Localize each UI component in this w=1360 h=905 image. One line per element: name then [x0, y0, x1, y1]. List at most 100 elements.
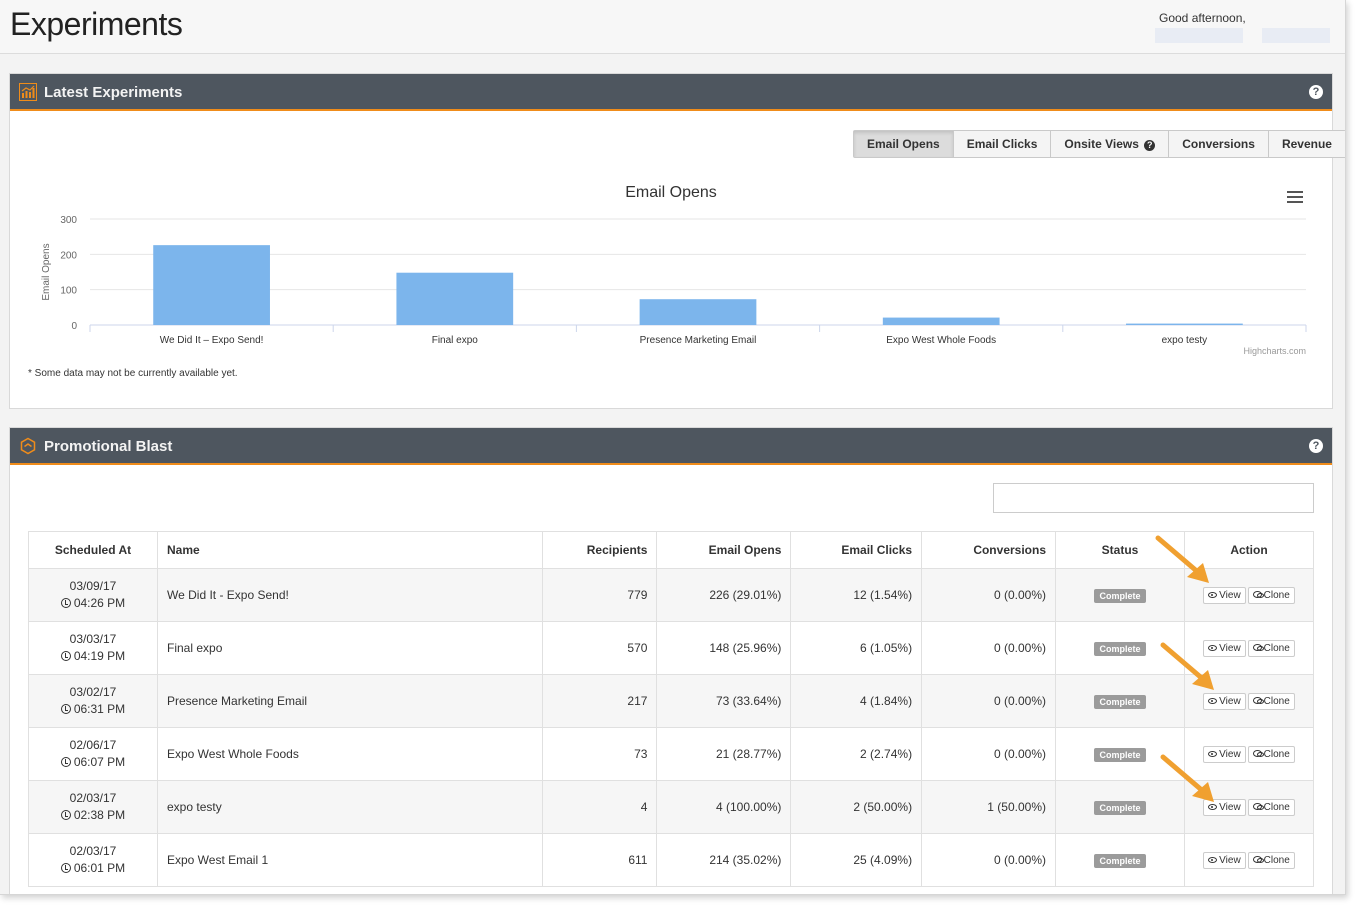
name-cell: Presence Marketing Email: [157, 674, 543, 728]
col-email-clicks[interactable]: Email Clicks: [790, 531, 923, 569]
clone-icon: [1252, 590, 1264, 598]
search-input[interactable]: [993, 483, 1314, 513]
col-conversions[interactable]: Conversions: [921, 531, 1056, 569]
promotional-blast-title: Promotional Blast: [44, 438, 173, 455]
data-availability-note: * Some data may not be currently availab…: [28, 368, 238, 379]
scheduled-time: 06:31 PM: [73, 702, 126, 716]
scheduled-cell: 02/06/17 06:07 PM: [28, 727, 158, 781]
view-label: View: [1219, 589, 1241, 601]
scheduled-time-line: 02:38 PM: [29, 807, 157, 824]
recipients-cell: 779: [541, 568, 658, 622]
opens-cell: 214 (35.02%): [656, 833, 792, 887]
opens-cell: 21 (28.77%): [656, 727, 792, 781]
clone-button[interactable]: Clone: [1247, 745, 1295, 763]
x-tick-label: Final expo: [432, 335, 479, 346]
clicks-cell: 25 (4.09%): [790, 833, 923, 887]
scheduled-cell: 02/03/17 06:01 PM: [28, 833, 158, 887]
name-cell: Expo West Whole Foods: [157, 727, 543, 781]
scheduled-cell: 03/02/17 06:31 PM: [28, 674, 158, 728]
clock-icon: [60, 757, 71, 767]
annotation-arrow: [1155, 535, 1209, 583]
clone-icon: [1252, 855, 1264, 863]
clone-button[interactable]: Clone: [1247, 798, 1295, 816]
view-button[interactable]: View: [1203, 586, 1246, 604]
scheduled-time-line: 06:07 PM: [29, 754, 157, 771]
opens-cell: 73 (33.64%): [656, 674, 792, 728]
scheduled-time: 02:38 PM: [73, 808, 126, 822]
annotation-arrow: [1160, 754, 1214, 802]
view-label: View: [1219, 748, 1241, 760]
clock-icon: [60, 704, 71, 714]
eye-icon: [1208, 803, 1218, 810]
bar: [882, 317, 1000, 325]
recipients-cell: 73: [541, 727, 658, 781]
clone-label: Clone: [1263, 801, 1290, 813]
eye-icon: [1208, 697, 1218, 704]
view-label: View: [1219, 695, 1241, 707]
email-opens-chart: 0 100 200 300 Email Opens We Did It – Expo Se…: [41, 215, 1307, 356]
user-name-redacted-2: [1262, 28, 1330, 43]
clock-icon: [60, 810, 71, 820]
view-button[interactable]: View: [1203, 851, 1246, 869]
scheduled-date: 02/03/17: [69, 844, 117, 858]
top-bar: Experiments Good afternoon,: [0, 0, 1345, 54]
scheduled-date: 03/09/17: [69, 579, 117, 593]
name-cell: We Did It - Expo Send!: [157, 568, 543, 622]
bar: [639, 299, 757, 325]
recipients-cell: 570: [541, 621, 658, 675]
col-email-opens[interactable]: Email Opens: [656, 531, 792, 569]
y-tick-label: 0: [71, 321, 77, 332]
scheduled-time: 06:07 PM: [73, 755, 126, 769]
clone-button[interactable]: Clone: [1247, 851, 1295, 869]
clicks-cell: 4 (1.84%): [790, 674, 923, 728]
table-row: 03/03/17 04:19 PM Final expo 570 148 (25.…: [28, 621, 1314, 675]
scheduled-cell: 03/03/17 04:19 PM: [28, 621, 158, 675]
table-row: 02/03/17 02:38 PM expo testy 4 4 (100.00%…: [28, 780, 1314, 834]
blast-table: Scheduled At Name Recipients Email Opens…: [28, 531, 1314, 887]
y-tick-label: 200: [60, 250, 77, 261]
recipients-cell: 611: [541, 833, 658, 887]
col-recipients[interactable]: Recipients: [541, 531, 658, 569]
clock-icon: [60, 863, 71, 873]
clone-button[interactable]: Clone: [1247, 639, 1295, 657]
app-window: Experiments Good afternoon, Latest Exper…: [0, 0, 1346, 895]
x-tick-label: expo testy: [1162, 335, 1208, 346]
clicks-cell: 2 (50.00%): [790, 780, 923, 834]
clone-button[interactable]: Clone: [1247, 586, 1295, 604]
opens-cell: 148 (25.96%): [656, 621, 792, 675]
clone-button[interactable]: Clone: [1247, 692, 1295, 710]
col-scheduled-at[interactable]: Scheduled At: [28, 531, 158, 569]
y-tick-label: 300: [60, 215, 77, 226]
scheduled-cell: 03/09/17 04:26 PM: [28, 568, 158, 622]
col-name[interactable]: Name: [157, 531, 543, 569]
recipients-cell: 4: [541, 780, 658, 834]
clock-icon: [60, 651, 71, 661]
view-label: View: [1219, 854, 1241, 866]
clone-icon: [1252, 749, 1264, 757]
scheduled-time: 04:19 PM: [73, 649, 126, 663]
opens-cell: 4 (100.00%): [656, 780, 792, 834]
y-axis-label: Email Opens: [41, 243, 52, 300]
status-badge: Complete: [1094, 694, 1146, 709]
view-button[interactable]: View: [1203, 692, 1246, 710]
name-cell: expo testy: [157, 780, 543, 834]
table-row: 02/06/17 06:07 PM Expo West Whole Foods 7…: [28, 727, 1314, 781]
x-tick-label: Presence Marketing Email: [640, 335, 757, 346]
clicks-cell: 12 (1.54%): [790, 568, 923, 622]
help-icon[interactable]: ?: [1309, 439, 1323, 453]
clone-icon: [1252, 696, 1264, 704]
y-tick-label: 100: [60, 286, 77, 297]
action-cell: View Clone: [1184, 833, 1314, 887]
clone-label: Clone: [1263, 642, 1290, 654]
eye-icon: [1208, 591, 1218, 598]
status-cell: Complete: [1055, 833, 1185, 887]
clone-label: Clone: [1263, 748, 1290, 760]
scheduled-time-line: 04:26 PM: [29, 595, 157, 612]
table-row: 03/02/17 06:31 PM Presence Marketing Emai…: [28, 674, 1314, 728]
eye-icon: [1208, 856, 1218, 863]
conversions-cell: 0 (0.00%): [921, 568, 1056, 622]
clone-icon: [1252, 802, 1264, 810]
conversions-cell: 0 (0.00%): [921, 621, 1056, 675]
clicks-cell: 6 (1.05%): [790, 621, 923, 675]
x-tick-label: We Did It – Expo Send!: [160, 335, 264, 346]
